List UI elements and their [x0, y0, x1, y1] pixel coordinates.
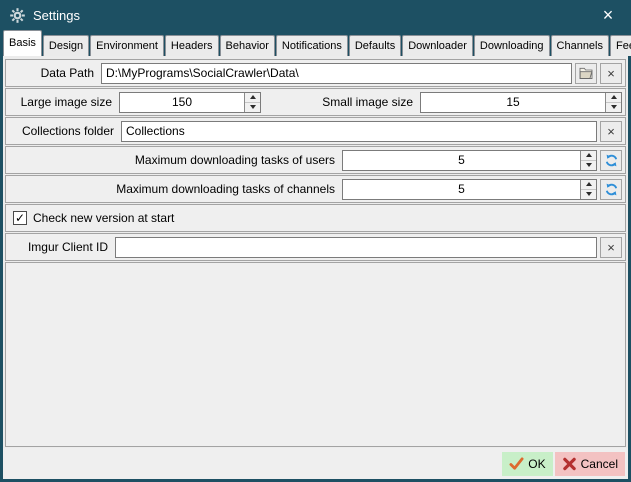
imgur-client-id-input[interactable]	[115, 237, 597, 258]
ok-button[interactable]: OK	[502, 452, 552, 476]
large-image-size-label: Large image size	[9, 95, 119, 109]
window-title: Settings	[33, 8, 80, 23]
max-tasks-users-row: Maximum downloading tasks of users	[5, 146, 626, 174]
tab-design[interactable]: Design	[43, 35, 89, 56]
titlebar: Settings ×	[0, 0, 631, 30]
ok-button-label: OK	[528, 457, 545, 471]
cancel-x-icon	[562, 457, 577, 471]
max-tasks-users-input[interactable]	[343, 151, 580, 170]
data-path-label: Data Path	[9, 66, 101, 80]
spin-up-button[interactable]	[581, 151, 596, 160]
image-sizes-row: Large image size Small image size	[5, 88, 626, 116]
spin-up-button[interactable]	[581, 180, 596, 189]
close-button[interactable]: ×	[595, 3, 621, 27]
refresh-icon	[605, 154, 618, 167]
small-image-size-input[interactable]	[421, 93, 605, 112]
max-tasks-users-label: Maximum downloading tasks of users	[9, 153, 342, 167]
spin-down-button[interactable]	[581, 189, 596, 199]
arrow-down-icon	[250, 105, 256, 109]
arrow-up-icon	[586, 182, 592, 186]
clear-icon: ×	[607, 66, 615, 81]
reset-max-tasks-channels-button[interactable]	[600, 179, 622, 200]
check-new-version-checkbox[interactable]: ✓	[13, 211, 27, 225]
small-image-size-spinner	[420, 92, 622, 113]
spin-down-button[interactable]	[581, 160, 596, 170]
small-image-size-spin-buttons	[605, 93, 621, 112]
spin-up-button[interactable]	[606, 93, 621, 102]
clear-icon: ×	[607, 240, 615, 255]
arrow-up-icon	[586, 153, 592, 157]
max-tasks-channels-spin-buttons	[580, 180, 596, 199]
tab-page-basis: Data Path × Large image size	[3, 56, 628, 479]
ok-check-icon	[509, 457, 524, 471]
arrow-up-icon	[611, 95, 617, 99]
tab-basis[interactable]: Basis	[3, 30, 42, 56]
reset-max-tasks-users-button[interactable]	[600, 150, 622, 171]
max-tasks-channels-input[interactable]	[343, 180, 580, 199]
clear-data-path-button[interactable]: ×	[600, 63, 622, 84]
empty-panel	[5, 262, 626, 447]
settings-dialog: Settings × Basis Design Environment Head…	[0, 0, 631, 482]
tab-environment[interactable]: Environment	[90, 35, 164, 56]
spin-down-button[interactable]	[245, 102, 260, 112]
close-icon: ×	[603, 6, 614, 24]
footer-bar: OK Cancel	[3, 448, 628, 479]
imgur-client-id-row: Imgur Client ID ×	[5, 233, 626, 261]
spin-down-button[interactable]	[606, 102, 621, 112]
cancel-button[interactable]: Cancel	[555, 452, 625, 476]
open-folder-icon	[579, 67, 593, 79]
tab-downloader[interactable]: Downloader	[402, 35, 473, 56]
check-new-version-label: Check new version at start	[33, 211, 174, 225]
tab-downloading[interactable]: Downloading	[474, 35, 550, 56]
clear-icon: ×	[607, 124, 615, 139]
max-tasks-channels-row: Maximum downloading tasks of channels	[5, 175, 626, 203]
small-image-size-label: Small image size	[261, 95, 420, 109]
arrow-down-icon	[586, 163, 592, 167]
browse-folder-button[interactable]	[575, 63, 597, 84]
check-new-version-row: ✓ Check new version at start	[5, 204, 626, 232]
tab-channels[interactable]: Channels	[551, 35, 609, 56]
tab-defaults[interactable]: Defaults	[349, 35, 401, 56]
tab-feed[interactable]: Feed	[610, 35, 631, 56]
collections-folder-label: Collections folder	[9, 124, 121, 138]
clear-imgur-client-id-button[interactable]: ×	[600, 237, 622, 258]
tab-behavior[interactable]: Behavior	[220, 35, 275, 56]
arrow-down-icon	[611, 105, 617, 109]
max-tasks-channels-label: Maximum downloading tasks of channels	[9, 182, 342, 196]
large-image-size-spin-buttons	[244, 93, 260, 112]
tab-notifications[interactable]: Notifications	[276, 35, 348, 56]
tab-headers[interactable]: Headers	[165, 35, 219, 56]
max-tasks-users-spinner	[342, 150, 597, 171]
imgur-client-id-label: Imgur Client ID	[9, 240, 115, 254]
large-image-size-input[interactable]	[120, 93, 244, 112]
collections-folder-row: Collections folder ×	[5, 117, 626, 145]
cancel-button-label: Cancel	[581, 457, 618, 471]
data-path-row: Data Path ×	[5, 59, 626, 87]
refresh-icon	[605, 183, 618, 196]
arrow-down-icon	[586, 192, 592, 196]
data-path-input[interactable]	[101, 63, 572, 84]
max-tasks-users-spin-buttons	[580, 151, 596, 170]
spin-up-button[interactable]	[245, 93, 260, 102]
checkmark-icon: ✓	[15, 212, 25, 224]
collections-folder-input[interactable]	[121, 121, 597, 142]
gear-icon	[10, 8, 25, 23]
tab-strip: Basis Design Environment Headers Behavio…	[0, 30, 631, 56]
arrow-up-icon	[250, 95, 256, 99]
clear-collections-folder-button[interactable]: ×	[600, 121, 622, 142]
large-image-size-spinner	[119, 92, 261, 113]
max-tasks-channels-spinner	[342, 179, 597, 200]
